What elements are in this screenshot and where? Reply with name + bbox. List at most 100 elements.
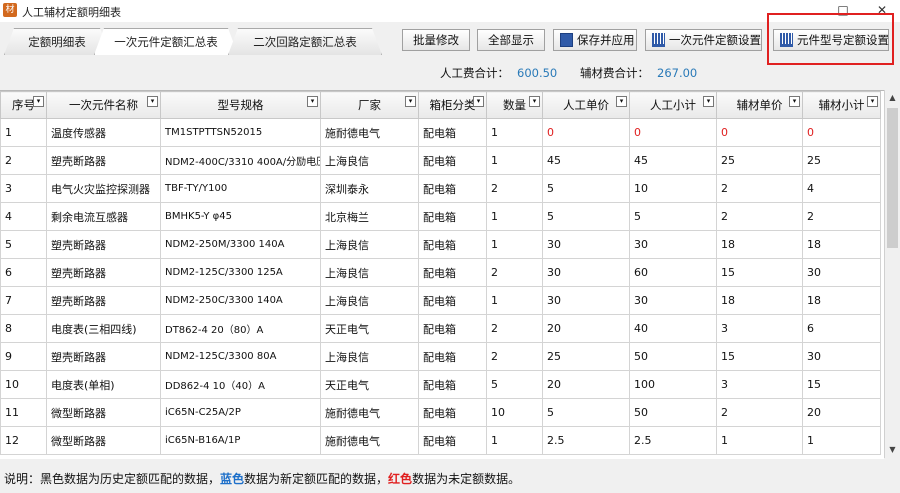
table-cell[interactable]: 4 [802,174,881,203]
table-cell[interactable]: 塑壳断路器 [46,230,161,259]
table-cell[interactable]: 20 [542,370,630,399]
table-row[interactable]: 10 电度表(单相) DD862-4 10（40）A 天正电气 配电箱 5 20 100 3 15 [0,370,881,399]
table-cell[interactable]: 1 [716,426,803,455]
table-cell[interactable]: 10 [0,370,47,399]
table-cell[interactable]: 电度表(三相四线) [46,314,161,343]
table-cell[interactable]: 3 [716,370,803,399]
table-cell[interactable]: 2 [716,202,803,231]
table-cell[interactable]: NDM2-250C/3300 140A [160,286,321,315]
table-row[interactable]: 4 剩余电流互感器 BMHK5-Y φ45 北京梅兰 配电箱 1 5 5 2 2 [0,202,881,231]
table-cell[interactable]: 60 [629,258,717,287]
table-cell[interactable]: 施耐德电气 [320,426,419,455]
table-row[interactable]: 5 塑壳断路器 NDM2-250M/3300 140A 上海良信 配电箱 1 30 30 18 1… [0,230,881,259]
table-cell[interactable]: 配电箱 [418,230,487,259]
table-cell[interactable]: 25 [716,146,803,175]
table-cell[interactable]: DD862-4 10（40）A [160,370,321,399]
table-cell[interactable]: 20 [802,398,881,427]
table-cell[interactable]: 18 [802,286,881,315]
table-cell[interactable]: 1 [486,202,543,231]
table-row[interactable]: 12 微型断路器 iC65N-B16A/1P 施耐德电气 配电箱 1 2.5 2.5 1 1 [0,426,881,455]
column-header[interactable]: 一次元件名称 ▾ [46,91,161,119]
table-row[interactable]: 3 电气火灾监控探测器 TBF-TY/Y100 深圳泰永 配电箱 2 5 10 2 4 [0,174,881,203]
tab-secondary-summary[interactable]: 二次回路定额汇总表 [228,28,382,55]
table-cell[interactable]: 45 [629,146,717,175]
table-cell[interactable]: 15 [716,258,803,287]
table-cell[interactable]: 5 [629,202,717,231]
tab-primary-summary[interactable]: 一次元件定额汇总表 [94,28,238,55]
table-cell[interactable]: 配电箱 [418,118,487,147]
table-cell[interactable]: 18 [716,230,803,259]
table-cell[interactable]: 7 [0,286,47,315]
table-cell[interactable]: iC65N-B16A/1P [160,426,321,455]
table-cell[interactable]: 2 [486,174,543,203]
show-all-button[interactable]: 全部显示 [477,29,545,51]
table-cell[interactable]: 深圳泰永 [320,174,419,203]
table-cell[interactable]: 电气火灾监控探测器 [46,174,161,203]
table-cell[interactable]: 塑壳断路器 [46,258,161,287]
save-apply-button[interactable]: 保存并应用 [553,29,637,51]
filter-dropdown-icon[interactable]: ▾ [147,96,158,107]
scroll-down-icon[interactable]: ▼ [885,442,900,458]
column-header[interactable]: 序号 ▾ [0,91,47,119]
table-cell[interactable]: 配电箱 [418,174,487,203]
table-cell[interactable]: 40 [629,314,717,343]
table-cell[interactable]: 25 [802,146,881,175]
table-cell[interactable]: 30 [542,258,630,287]
table-cell[interactable]: 1 [486,146,543,175]
column-header[interactable]: 人工小计 ▾ [629,91,717,119]
table-cell[interactable]: iC65N-C25A/2P [160,398,321,427]
table-cell[interactable]: 施耐德电气 [320,398,419,427]
table-cell[interactable]: 2 [486,258,543,287]
table-cell[interactable]: 5 [542,202,630,231]
table-cell[interactable]: 30 [802,342,881,371]
table-cell[interactable]: 5 [486,370,543,399]
table-cell[interactable]: 塑壳断路器 [46,342,161,371]
table-cell[interactable]: NDM2-125C/3300 80A [160,342,321,371]
table-cell[interactable]: 上海良信 [320,342,419,371]
table-row[interactable]: 9 塑壳断路器 NDM2-125C/3300 80A 上海良信 配电箱 2 25 50 15 30 [0,342,881,371]
tab-quota-detail[interactable]: 定额明细表 [4,28,110,55]
table-cell[interactable]: TM1STPTTSN52015 [160,118,321,147]
table-cell[interactable]: 15 [716,342,803,371]
column-header[interactable]: 辅材小计 ▾ [802,91,881,119]
table-cell[interactable]: NDM2-125C/3300 125A [160,258,321,287]
table-cell[interactable]: 北京梅兰 [320,202,419,231]
table-cell[interactable]: 1 [486,286,543,315]
table-cell[interactable]: 2 [486,342,543,371]
filter-dropdown-icon[interactable]: ▾ [867,96,878,107]
table-cell[interactable]: NDM2-250M/3300 140A [160,230,321,259]
table-cell[interactable]: 0 [802,118,881,147]
table-cell[interactable]: 15 [802,370,881,399]
table-cell[interactable]: 18 [802,230,881,259]
table-cell[interactable]: 18 [716,286,803,315]
table-cell[interactable]: BMHK5-Y φ45 [160,202,321,231]
table-cell[interactable]: 温度传感器 [46,118,161,147]
table-row[interactable]: 1 温度传感器 TM1STPTTSN52015 施耐德电气 配电箱 1 0 0 0 0 [0,118,881,147]
table-cell[interactable]: 配电箱 [418,426,487,455]
table-cell[interactable]: 1 [486,426,543,455]
table-cell[interactable]: 2.5 [629,426,717,455]
table-cell[interactable]: 配电箱 [418,202,487,231]
filter-dropdown-icon[interactable]: ▾ [405,96,416,107]
table-cell[interactable]: 5 [542,174,630,203]
table-cell[interactable]: 微型断路器 [46,426,161,455]
table-cell[interactable]: 30 [629,286,717,315]
table-row[interactable]: 2 塑壳断路器 NDM2-400C/3310 400A/分励电压 上海良信 配电箱 1 45… [0,146,881,175]
filter-dropdown-icon[interactable]: ▾ [616,96,627,107]
table-cell[interactable]: 5 [0,230,47,259]
table-cell[interactable]: 天正电气 [320,314,419,343]
table-row[interactable]: 6 塑壳断路器 NDM2-125C/3300 125A 上海良信 配电箱 2 30 60 15 3… [0,258,881,287]
table-cell[interactable]: 30 [802,258,881,287]
table-cell[interactable]: 11 [0,398,47,427]
table-cell[interactable]: 30 [542,286,630,315]
filter-dropdown-icon[interactable]: ▾ [307,96,318,107]
table-cell[interactable]: 0 [716,118,803,147]
column-header[interactable]: 数量 ▾ [486,91,543,119]
table-cell[interactable]: 2.5 [542,426,630,455]
table-row[interactable]: 11 微型断路器 iC65N-C25A/2P 施耐德电气 配电箱 10 5 50 2 20 [0,398,881,427]
table-cell[interactable]: 5 [542,398,630,427]
table-cell[interactable]: 配电箱 [418,370,487,399]
table-cell[interactable]: 配电箱 [418,398,487,427]
table-cell[interactable]: NDM2-400C/3310 400A/分励电压 [160,146,321,175]
table-cell[interactable]: 3 [0,174,47,203]
